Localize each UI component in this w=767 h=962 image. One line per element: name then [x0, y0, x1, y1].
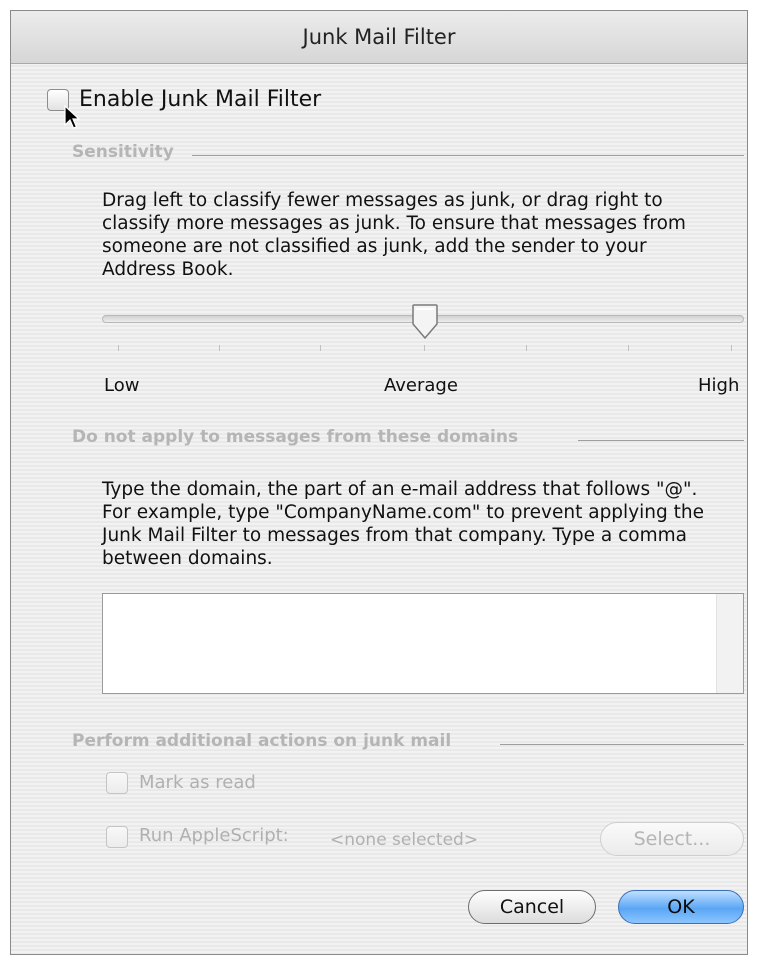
mouse-cursor-icon	[64, 105, 81, 129]
domains-scrollbar[interactable]	[716, 594, 743, 693]
slider-label-low: Low	[104, 375, 140, 396]
enable-junk-filter-label[interactable]: Enable Junk Mail Filter	[79, 87, 321, 112]
domains-heading: Do not apply to messages from these doma…	[72, 427, 519, 447]
domains-description: Type the domain, the part of an e-mail a…	[102, 478, 752, 570]
domains-description-line: Junk Mail Filter to messages from that c…	[102, 525, 687, 546]
slider-tick	[118, 345, 119, 351]
cancel-button[interactable]: Cancel	[468, 890, 596, 924]
slider-tick	[424, 345, 425, 351]
sensitivity-heading: Sensitivity	[72, 142, 174, 162]
actions-divider	[500, 744, 744, 745]
select-script-button[interactable]: Select...	[600, 822, 744, 856]
run-applescript-label[interactable]: Run AppleScript:	[139, 825, 289, 846]
slider-label-average: Average	[384, 375, 458, 396]
run-applescript-checkbox[interactable]	[106, 826, 128, 848]
slider-tick	[628, 345, 629, 351]
slider-tick	[731, 345, 732, 351]
window-title: Junk Mail Filter	[11, 11, 747, 64]
selected-script-value: <none selected>	[330, 830, 479, 850]
domains-description-line: For example, type "CompanyName.com" to p…	[102, 502, 704, 523]
slider-tick	[526, 345, 527, 351]
mark-as-read-checkbox[interactable]	[106, 772, 128, 794]
slider-tick	[219, 345, 220, 351]
sensitivity-divider	[192, 155, 744, 156]
mark-as-read-label[interactable]: Mark as read	[139, 772, 256, 793]
sensitivity-description-line: classify more messages as junk. To ensur…	[102, 213, 686, 234]
actions-heading: Perform additional actions on junk mail	[72, 731, 452, 751]
ok-button[interactable]: OK	[618, 890, 744, 924]
domains-description-line: Type the domain, the part of an e-mail a…	[102, 479, 698, 500]
sensitivity-description-line: someone are not classified as junk, add …	[102, 236, 647, 257]
domains-description-line: between domains.	[102, 548, 273, 569]
domains-text-field[interactable]	[102, 593, 744, 694]
slider-label-high: High	[698, 375, 740, 396]
sensitivity-description-line: Address Book.	[102, 259, 234, 280]
domains-divider	[578, 440, 744, 441]
slider-tick	[320, 345, 321, 351]
sensitivity-slider-thumb[interactable]	[410, 304, 440, 340]
sensitivity-description-line: Drag left to classify fewer messages as …	[102, 190, 663, 211]
sensitivity-description: Drag left to classify fewer messages as …	[102, 189, 752, 281]
